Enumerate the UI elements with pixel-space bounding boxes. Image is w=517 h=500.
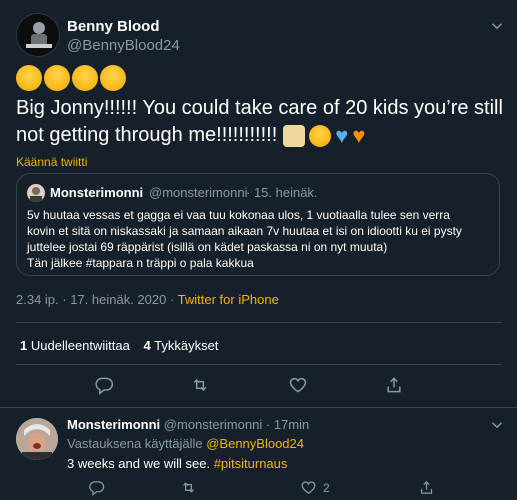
retweets-stat[interactable]: 1 Uudelleentwiittaa xyxy=(20,338,130,353)
likes-count: 4 xyxy=(143,338,151,353)
quote-text-line: 5v huutaa vessas et gagga ei vaa tuu kok… xyxy=(27,208,450,222)
more-icon[interactable] xyxy=(488,17,506,35)
tweet-text-line-1: Big Jonny!!!!!! You could take care of 2… xyxy=(16,97,503,119)
retweets-count: 1 xyxy=(20,338,28,353)
replying-to: Vastauksena käyttäjälle @BennyBlood24 xyxy=(67,436,304,451)
reply-likes-count: 2 xyxy=(323,481,330,495)
quote-author-name: Monsterimonni xyxy=(50,185,144,200)
author-handle[interactable]: @BennyBlood24 xyxy=(67,37,180,54)
quote-author-avatar xyxy=(27,184,45,202)
quote-date: · 15. heinäk. xyxy=(246,185,318,200)
reply-header: Monsterimonni @monsterimonni · 17min xyxy=(67,417,309,432)
orange-heart-icon: ♥ xyxy=(352,122,366,148)
author-name[interactable]: Benny Blood xyxy=(67,18,160,35)
divider xyxy=(16,364,502,365)
quote-text-line: kovin et sitä on niskassaki ja samaan ai… xyxy=(27,224,462,238)
avatar-image xyxy=(17,14,59,56)
tweet-stats: 1 Uudelleentwiittaa 4 Tykkäykset xyxy=(20,338,218,353)
quote-text: 5v huutaa vessas et gagga ei vaa tuu kok… xyxy=(27,207,462,271)
reply-text: 3 weeks and we will see. #pitsiturnaus xyxy=(67,456,287,471)
reply-author-name[interactable]: Monsterimonni xyxy=(67,417,160,432)
woman-emoji-icon xyxy=(283,124,306,147)
reply-text-body: 3 weeks and we will see. xyxy=(67,456,214,471)
more-icon[interactable] xyxy=(488,416,506,434)
replying-to-prefix: Vastauksena käyttäjälle xyxy=(67,436,207,451)
laughing-emoji-icon xyxy=(100,65,126,91)
tweet-meta: 2.34 ip. · 17. heinäk. 2020 · Twitter fo… xyxy=(16,292,279,307)
quote-text-line: juttelee jostai 69 räppärist (isillä on … xyxy=(27,240,388,254)
quote-author-handle: @monsterimonni xyxy=(149,185,248,200)
wink-emoji-icon xyxy=(309,124,332,147)
laughing-emoji-icon xyxy=(16,65,42,91)
reply-hashtag[interactable]: #pitsiturnaus xyxy=(214,456,288,471)
tweet-emoji-line xyxy=(16,65,146,95)
laughing-emoji-icon xyxy=(44,65,70,91)
reply-icon[interactable] xyxy=(94,375,114,395)
tweet-text-line-2-text: not getting through me!!!!!!!!!!! xyxy=(16,124,278,146)
tweet-text-line-2: not getting through me!!!!!!!!!!! ♥ ♥ xyxy=(16,124,365,147)
divider xyxy=(0,407,517,408)
tweet-timestamp[interactable]: 2.34 ip. · 17. heinäk. 2020 · xyxy=(16,292,178,307)
translate-tweet-link[interactable]: Käännä twiitti xyxy=(16,155,87,169)
retweets-label: Uudelleentwiittaa xyxy=(30,338,130,353)
laughing-emoji-icon xyxy=(72,65,98,91)
like-icon[interactable] xyxy=(300,479,317,496)
author-avatar[interactable] xyxy=(16,13,60,57)
reply-author-avatar[interactable] xyxy=(16,418,58,460)
like-icon[interactable] xyxy=(288,375,308,395)
quote-text-line: Tän jälkee #tappara n träppi o pala kakk… xyxy=(27,256,254,270)
reply-author-handle[interactable]: @monsterimonni xyxy=(164,417,262,432)
share-icon[interactable] xyxy=(418,479,435,496)
tweet-source[interactable]: Twitter for iPhone xyxy=(178,292,279,307)
likes-label: Tykkäykset xyxy=(154,338,219,353)
likes-stat[interactable]: 4 Tykkäykset xyxy=(144,338,219,353)
share-icon[interactable] xyxy=(384,375,404,395)
retweet-icon[interactable] xyxy=(180,479,197,496)
blue-heart-icon: ♥ xyxy=(335,122,349,148)
reply-avatar-image xyxy=(16,418,58,460)
divider xyxy=(16,322,502,323)
retweet-icon[interactable] xyxy=(190,375,210,395)
reply-icon[interactable] xyxy=(88,479,105,496)
reply-time[interactable]: · 17min xyxy=(266,417,309,432)
replying-to-handle[interactable]: @BennyBlood24 xyxy=(206,436,304,451)
